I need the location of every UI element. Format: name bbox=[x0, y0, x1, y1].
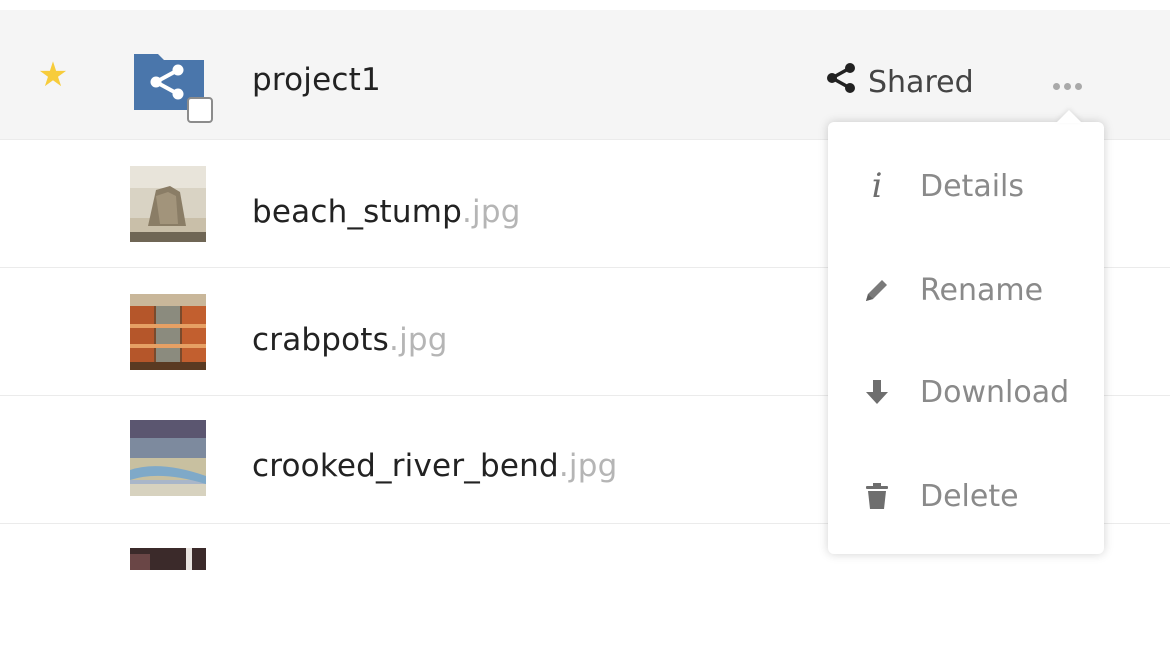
image-thumbnail[interactable] bbox=[130, 420, 206, 496]
file-row-project1[interactable]: ★ project1 Shared bbox=[0, 10, 1170, 140]
file-basename: crooked_river_bend bbox=[252, 448, 559, 484]
file-basename: crabpots bbox=[252, 322, 390, 358]
menu-item-label: Delete bbox=[920, 478, 1019, 514]
menu-item-label: Rename bbox=[920, 272, 1044, 308]
info-icon: i bbox=[871, 166, 883, 206]
file-extension: .jpg bbox=[461, 194, 521, 230]
menu-item-label: Details bbox=[920, 168, 1025, 204]
image-thumbnail[interactable] bbox=[130, 166, 206, 242]
popover-arrow bbox=[1056, 110, 1082, 123]
file-basename: beach_stump bbox=[252, 194, 462, 230]
pencil-icon bbox=[862, 275, 892, 305]
menu-item-rename[interactable]: Rename bbox=[828, 238, 1104, 342]
file-name[interactable]: crooked_river_bend.jpg bbox=[252, 446, 617, 486]
menu-item-details[interactable]: i Details bbox=[828, 134, 1104, 238]
file-name[interactable]: crabpots.jpg bbox=[252, 320, 448, 360]
more-actions-button[interactable] bbox=[1046, 76, 1088, 96]
menu-item-download[interactable]: Download bbox=[828, 340, 1104, 444]
shared-folder-icon[interactable] bbox=[132, 46, 216, 130]
menu-item-label: Download bbox=[920, 374, 1070, 410]
file-name[interactable]: beach_stump.jpg bbox=[252, 192, 521, 232]
favorite-star-icon[interactable]: ★ bbox=[36, 58, 70, 92]
file-extension: .jpg bbox=[389, 322, 448, 358]
file-basename: project1 bbox=[252, 62, 381, 98]
trash-icon bbox=[862, 481, 892, 511]
image-thumbnail[interactable] bbox=[130, 294, 206, 370]
file-name[interactable]: project1 bbox=[252, 60, 381, 100]
download-icon bbox=[862, 377, 892, 407]
menu-item-delete[interactable]: Delete bbox=[828, 444, 1104, 548]
image-thumbnail[interactable] bbox=[130, 548, 206, 570]
more-dots-icon bbox=[1052, 82, 1060, 90]
shared-label: Shared bbox=[868, 64, 974, 100]
file-extension: .jpg bbox=[558, 448, 618, 484]
share-icon bbox=[824, 61, 858, 103]
file-actions-menu: i Details Rename Download Delete bbox=[828, 122, 1104, 554]
shared-button[interactable]: Shared bbox=[824, 62, 974, 102]
